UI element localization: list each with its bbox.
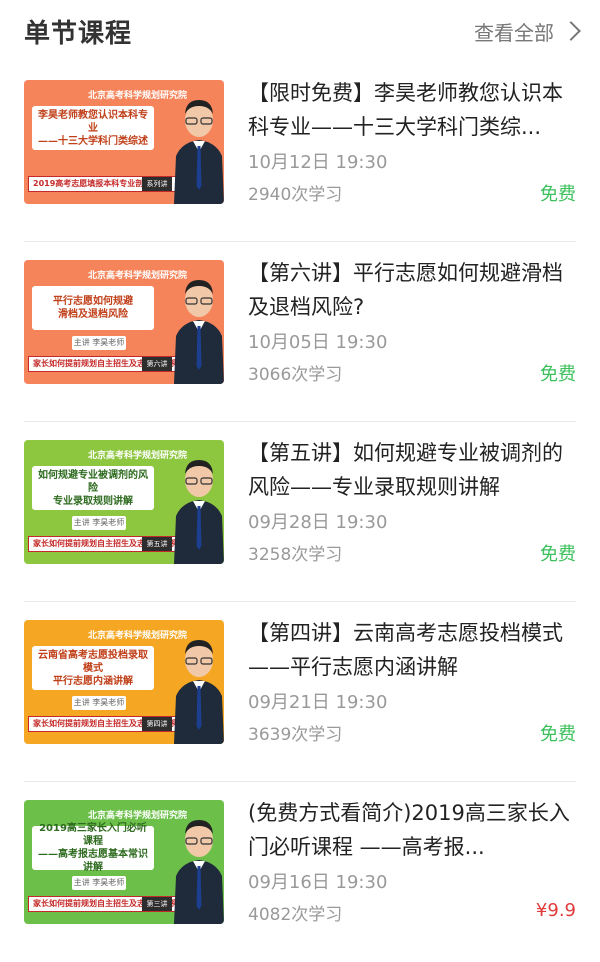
course-date: 10月12日 19:30 <box>248 152 388 173</box>
course-thumbnail[interactable]: 北京高考科学规划研究院 2019高三家长入门必听课程 ——高考报志愿基本常识讲解… <box>24 800 224 924</box>
teacher-portrait-icon <box>174 640 224 744</box>
view-all-link[interactable]: 查看全部 <box>474 17 581 46</box>
course-thumbnail[interactable]: 北京高考科学规划研究院 如何规避专业被调剂的风险 专业录取规则讲解 主讲 李昊老… <box>24 440 224 564</box>
study-count: 3639次学习 <box>248 725 343 745</box>
view-all-label: 查看全部 <box>474 20 554 45</box>
course-title: 【限时免费】李昊老师教您认识本科专业——十三大学科门类综... <box>248 81 563 139</box>
course-item[interactable]: 北京高考科学规划研究院 云南省高考志愿投档录取模式 平行志愿内涵讲解 主讲 李昊… <box>24 602 576 782</box>
course-list: 北京高考科学规划研究院 李昊老师教您认识本科专业 ——十三大学科门类综述 201… <box>0 62 600 962</box>
thumbnail-title-line: 云南省高考志愿投档录取模式 <box>38 649 148 674</box>
thumbnail-title-line: 如何规避专业被调剂的风险 <box>38 469 148 494</box>
study-count: 4082次学习 <box>248 905 343 925</box>
thumbnail-title-box: 平行志愿如何规避 滑档及退档风险 <box>32 286 154 330</box>
thumbnail-episode-tag: 第六讲 <box>142 357 172 371</box>
thumbnail-title-line: 李昊老师教您认识本科专业 <box>38 109 148 134</box>
course-item[interactable]: 北京高考科学规划研究院 如何规避专业被调剂的风险 专业录取规则讲解 主讲 李昊老… <box>24 422 576 602</box>
course-price: 免费 <box>540 724 576 745</box>
thumbnail-title-box: 2019高三家长入门必听课程 ——高考报志愿基本常识讲解 <box>32 823 154 873</box>
thumbnail-speaker-chip: 主讲 李昊老师 <box>72 876 126 890</box>
course-date: 09月28日 19:30 <box>248 512 388 533</box>
course-price: ¥9.9 <box>535 900 576 921</box>
course-info: 【第四讲】云南高考志愿投档模式——平行志愿内涵讲解 09月21日 19:30 <box>248 616 580 716</box>
thumbnail-episode-tag: 第四讲 <box>142 717 172 731</box>
thumbnail-logo-text: 北京高考科学规划研究院 <box>88 451 188 461</box>
thumbnail-title-line: 滑档及退档风险 <box>58 309 128 320</box>
thumbnail-logo-text: 北京高考科学规划研究院 <box>88 91 188 101</box>
course-date: 10月05日 19:30 <box>248 332 388 353</box>
thumbnail-logo-text: 北京高考科学规划研究院 <box>88 811 188 821</box>
course-item[interactable]: 北京高考科学规划研究院 2019高三家长入门必听课程 ——高考报志愿基本常识讲解… <box>24 782 576 962</box>
thumbnail-title-line: 平行志愿内涵讲解 <box>53 675 133 687</box>
course-thumbnail[interactable]: 北京高考科学规划研究院 平行志愿如何规避 滑档及退档风险 主讲 李昊老师 家长如… <box>24 260 224 384</box>
thumbnail-speaker-chip: 主讲 李昊老师 <box>72 516 126 530</box>
thumbnail-speaker-chip: 主讲 李昊老师 <box>72 696 126 710</box>
thumbnail-title-line: ——高考报志愿基本常识讲解 <box>38 849 148 873</box>
thumbnail-episode-tag: 系列讲 <box>142 177 172 191</box>
course-item[interactable]: 北京高考科学规划研究院 平行志愿如何规避 滑档及退档风险 主讲 李昊老师 家长如… <box>24 242 576 422</box>
teacher-portrait-icon <box>174 100 224 204</box>
thumbnail-title-line: 2019高三家长入门必听课程 <box>39 823 147 847</box>
course-title: 【第四讲】云南高考志愿投档模式——平行志愿内涵讲解 <box>248 621 563 679</box>
thumbnail-title-line: ——十三大学科门类综述 <box>38 135 148 147</box>
section-header: 单节课程 查看全部 <box>0 0 600 62</box>
course-info: 【限时免费】李昊老师教您认识本科专业——十三大学科门类综... 10月12日 1… <box>248 76 580 176</box>
course-date: 09月21日 19:30 <box>248 692 388 713</box>
chevron-right-icon <box>561 21 581 41</box>
course-title: 【第五讲】如何规避专业被调剂的风险——专业录取规则讲解 <box>248 441 563 499</box>
teacher-portrait-icon <box>174 820 224 924</box>
course-price: 免费 <box>540 544 576 565</box>
study-count: 3258次学习 <box>248 545 343 565</box>
study-count: 3066次学习 <box>248 365 343 385</box>
thumbnail-episode-tag: 第五讲 <box>142 537 172 551</box>
study-count: 2940次学习 <box>248 185 343 205</box>
course-title: (免费方式看简介)2019高三家长入门必听课程 ——高考报... <box>248 801 570 859</box>
thumbnail-title-line: 平行志愿如何规避 <box>53 296 133 307</box>
thumbnail-title-box: 云南省高考志愿投档录取模式 平行志愿内涵讲解 <box>32 646 154 690</box>
course-title: 【第六讲】平行志愿如何规避滑档及退档风险? <box>248 261 563 319</box>
course-thumbnail[interactable]: 北京高考科学规划研究院 云南省高考志愿投档录取模式 平行志愿内涵讲解 主讲 李昊… <box>24 620 224 744</box>
course-info: 【第五讲】如何规避专业被调剂的风险——专业录取规则讲解 09月28日 19:30 <box>248 436 580 536</box>
course-price: 免费 <box>540 184 576 205</box>
course-info: 【第六讲】平行志愿如何规避滑档及退档风险? 10月05日 19:30 <box>248 256 580 356</box>
thumbnail-speaker-chip: 主讲 李昊老师 <box>72 336 126 350</box>
teacher-portrait-icon <box>174 460 224 564</box>
thumbnail-logo-text: 北京高考科学规划研究院 <box>88 271 188 281</box>
section-title: 单节课程 <box>24 18 133 49</box>
course-item[interactable]: 北京高考科学规划研究院 李昊老师教您认识本科专业 ——十三大学科门类综述 201… <box>24 62 576 242</box>
thumbnail-title-box: 如何规避专业被调剂的风险 专业录取规则讲解 <box>32 466 154 510</box>
thumbnail-episode-tag: 第三讲 <box>142 897 172 911</box>
course-thumbnail[interactable]: 北京高考科学规划研究院 李昊老师教您认识本科专业 ——十三大学科门类综述 201… <box>24 80 224 204</box>
course-date: 09月16日 19:30 <box>248 872 388 893</box>
thumbnail-title-box: 李昊老师教您认识本科专业 ——十三大学科门类综述 <box>32 106 154 150</box>
teacher-portrait-icon <box>174 280 224 384</box>
course-price: 免费 <box>540 364 576 385</box>
thumbnail-logo-text: 北京高考科学规划研究院 <box>88 631 188 641</box>
thumbnail-title-line: 专业录取规则讲解 <box>53 495 133 507</box>
course-info: (免费方式看简介)2019高三家长入门必听课程 ——高考报... 09月16日 … <box>248 796 580 896</box>
